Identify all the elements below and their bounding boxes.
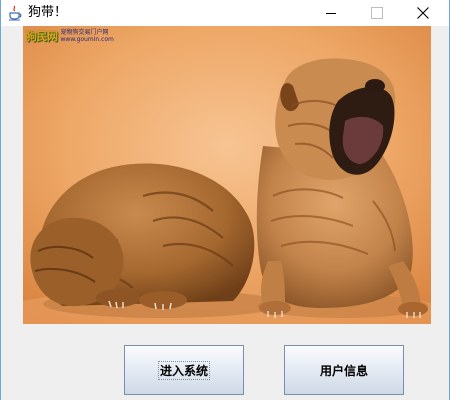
shar-pei-puppies-image: [23, 26, 431, 324]
dog-photo: 狗民网 宠物狗交易门户网 www.goumin.com: [23, 26, 431, 324]
enter-system-button[interactable]: 进入系统: [124, 345, 244, 395]
enter-system-label: 进入系统: [157, 360, 211, 380]
window-title: 狗带！: [28, 5, 68, 20]
user-info-label: 用户信息: [319, 363, 368, 378]
watermark-line1: 宠物狗交易门户网: [60, 29, 109, 36]
watermark-line2: www.goumin.com: [60, 36, 114, 43]
watermark-main: 狗民网: [26, 30, 58, 43]
title-bar[interactable]: 狗带！: [1, 0, 449, 26]
maximize-icon: [371, 7, 383, 19]
watermark-logo: 狗民网 宠物狗交易门户网 www.goumin.com: [26, 28, 114, 44]
maximize-button[interactable]: [354, 0, 400, 26]
user-info-button[interactable]: 用户信息: [284, 345, 404, 395]
minimize-icon: [326, 13, 336, 14]
close-icon: [417, 7, 429, 19]
java-cup-icon: [7, 5, 23, 21]
minimize-button[interactable]: [308, 0, 354, 26]
app-window: 狗带！ 狗民网 宠物狗交易门户网 www.goumin.com 进入系统 用户信…: [0, 0, 450, 400]
close-button[interactable]: [400, 0, 446, 26]
